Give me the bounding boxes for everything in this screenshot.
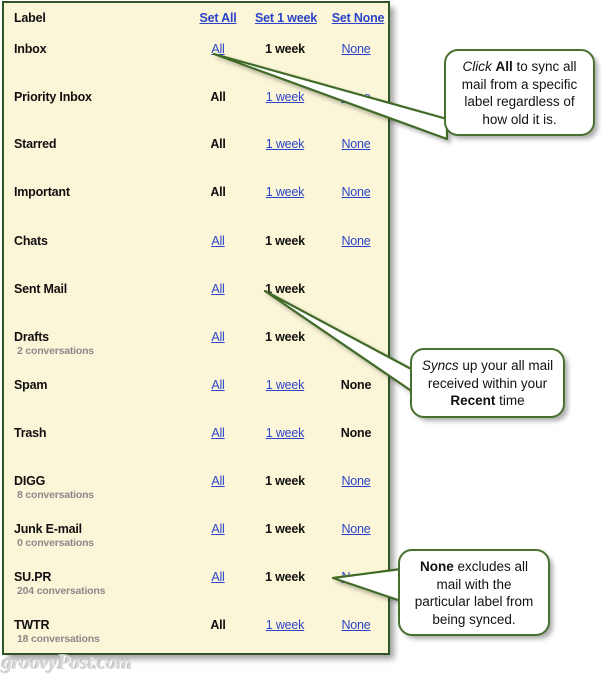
table-row: Spam All 1 week None <box>4 378 388 408</box>
row-label: DIGG <box>14 474 46 488</box>
option-1week-link[interactable]: 1 week <box>249 137 321 151</box>
row-conversation-count: 204 conversations <box>17 585 106 597</box>
option-none-selected: None <box>340 426 372 440</box>
option-all-selected: All <box>210 618 226 632</box>
table-row: DIGG 8 conversations All 1 week None <box>4 474 388 504</box>
column-header-label: Label <box>14 11 46 25</box>
set-none-link[interactable]: Set None <box>328 11 388 25</box>
row-label: Spam <box>14 378 48 392</box>
row-label: Sent Mail <box>14 282 68 296</box>
option-1week-selected: 1 week <box>265 570 305 584</box>
option-none-link[interactable]: None <box>328 234 384 248</box>
table-row: Sent Mail All 1 week <box>4 282 388 312</box>
option-all-link[interactable]: All <box>190 42 246 56</box>
callout-all-italic: Click <box>462 59 492 74</box>
option-all-link[interactable]: All <box>190 474 246 488</box>
option-none-link[interactable]: None <box>328 185 384 199</box>
option-none-link[interactable]: None <box>328 137 384 151</box>
option-none-link[interactable]: None <box>328 618 384 632</box>
option-1week-selected: 1 week <box>265 330 305 344</box>
set-all-link[interactable]: Set All <box>190 11 246 25</box>
option-none-link[interactable]: None <box>328 570 384 584</box>
row-conversation-count: 8 conversations <box>17 489 94 501</box>
callout-week-bold: Recent <box>450 393 496 408</box>
table-row: SU.PR 204 conversations All 1 week None <box>4 570 388 600</box>
site-watermark: groovyPost.com <box>2 650 133 674</box>
row-label: TWTR <box>14 618 50 632</box>
callout-all-explainer: Click All to sync all mail from a specif… <box>444 49 595 136</box>
option-1week-link[interactable]: 1 week <box>249 618 321 632</box>
option-1week-selected: 1 week <box>265 234 305 248</box>
table-row: Junk E-mail 0 conversations All 1 week None <box>4 522 388 552</box>
option-all-link[interactable]: All <box>190 282 246 296</box>
option-all-link[interactable]: All <box>190 330 246 344</box>
option-none-link[interactable]: None <box>328 474 384 488</box>
callout-none-bold: None <box>419 559 454 574</box>
row-label: Trash <box>14 426 47 440</box>
option-1week-link[interactable]: 1 week <box>249 90 321 104</box>
callout-week-italic: Syncs <box>421 358 459 373</box>
row-label: Inbox <box>14 42 47 56</box>
table-row: TWTR 18 conversations All 1 week None <box>4 618 388 648</box>
option-all-link[interactable]: All <box>190 234 246 248</box>
option-1week-selected: 1 week <box>265 522 305 536</box>
option-all-selected: All <box>210 137 226 151</box>
table-row: Starred All 1 week None <box>4 137 388 167</box>
option-1week-link[interactable]: 1 week <box>249 426 321 440</box>
option-1week-selected: 1 week <box>265 282 305 296</box>
option-none-link[interactable]: None <box>328 522 384 536</box>
option-1week-selected: 1 week <box>265 474 305 488</box>
option-none-link[interactable]: None <box>328 90 384 104</box>
table-row: Inbox All 1 week None <box>4 42 388 72</box>
table-row: Priority Inbox All 1 week None <box>4 90 388 120</box>
callout-all-bold: All <box>495 59 513 74</box>
row-label: Chats <box>14 234 48 248</box>
option-none-selected: None <box>340 378 372 392</box>
row-conversation-count: 0 conversations <box>17 537 94 549</box>
callout-1week-explainer: Syncs up your all mail received within y… <box>410 348 565 418</box>
callout-none-explainer: None excludes all mail with the particul… <box>398 549 550 636</box>
option-1week-link[interactable]: 1 week <box>249 185 321 199</box>
row-label: Priority Inbox <box>14 90 92 104</box>
row-label: Starred <box>14 137 57 151</box>
option-all-link[interactable]: All <box>190 378 246 392</box>
row-conversation-count: 2 conversations <box>17 345 94 357</box>
option-all-link[interactable]: All <box>190 426 246 440</box>
table-row: Trash All 1 week None <box>4 426 388 456</box>
row-label: SU.PR <box>14 570 52 584</box>
table-row: Drafts 2 conversations All 1 week <box>4 330 388 360</box>
option-1week-link[interactable]: 1 week <box>249 378 321 392</box>
table-row: Chats All 1 week None <box>4 234 388 264</box>
option-all-link[interactable]: All <box>190 570 246 584</box>
row-label: Junk E-mail <box>14 522 82 536</box>
callout-week-tail: time <box>495 393 525 408</box>
label-sync-panel: Label Set All Set 1 week Set None Inbox A… <box>2 1 390 655</box>
row-label: Drafts <box>14 330 49 344</box>
option-1week-selected: 1 week <box>265 42 305 56</box>
row-conversation-count: 18 conversations <box>17 633 100 645</box>
panel-header-row: Label Set All Set 1 week Set None <box>4 11 388 33</box>
table-row: Important All 1 week None <box>4 185 388 215</box>
option-none-link[interactable]: None <box>328 42 384 56</box>
row-label: Important <box>14 185 70 199</box>
option-all-selected: All <box>210 185 226 199</box>
option-all-selected: All <box>210 90 226 104</box>
option-all-link[interactable]: All <box>190 522 246 536</box>
set-1week-link[interactable]: Set 1 week <box>244 11 328 25</box>
